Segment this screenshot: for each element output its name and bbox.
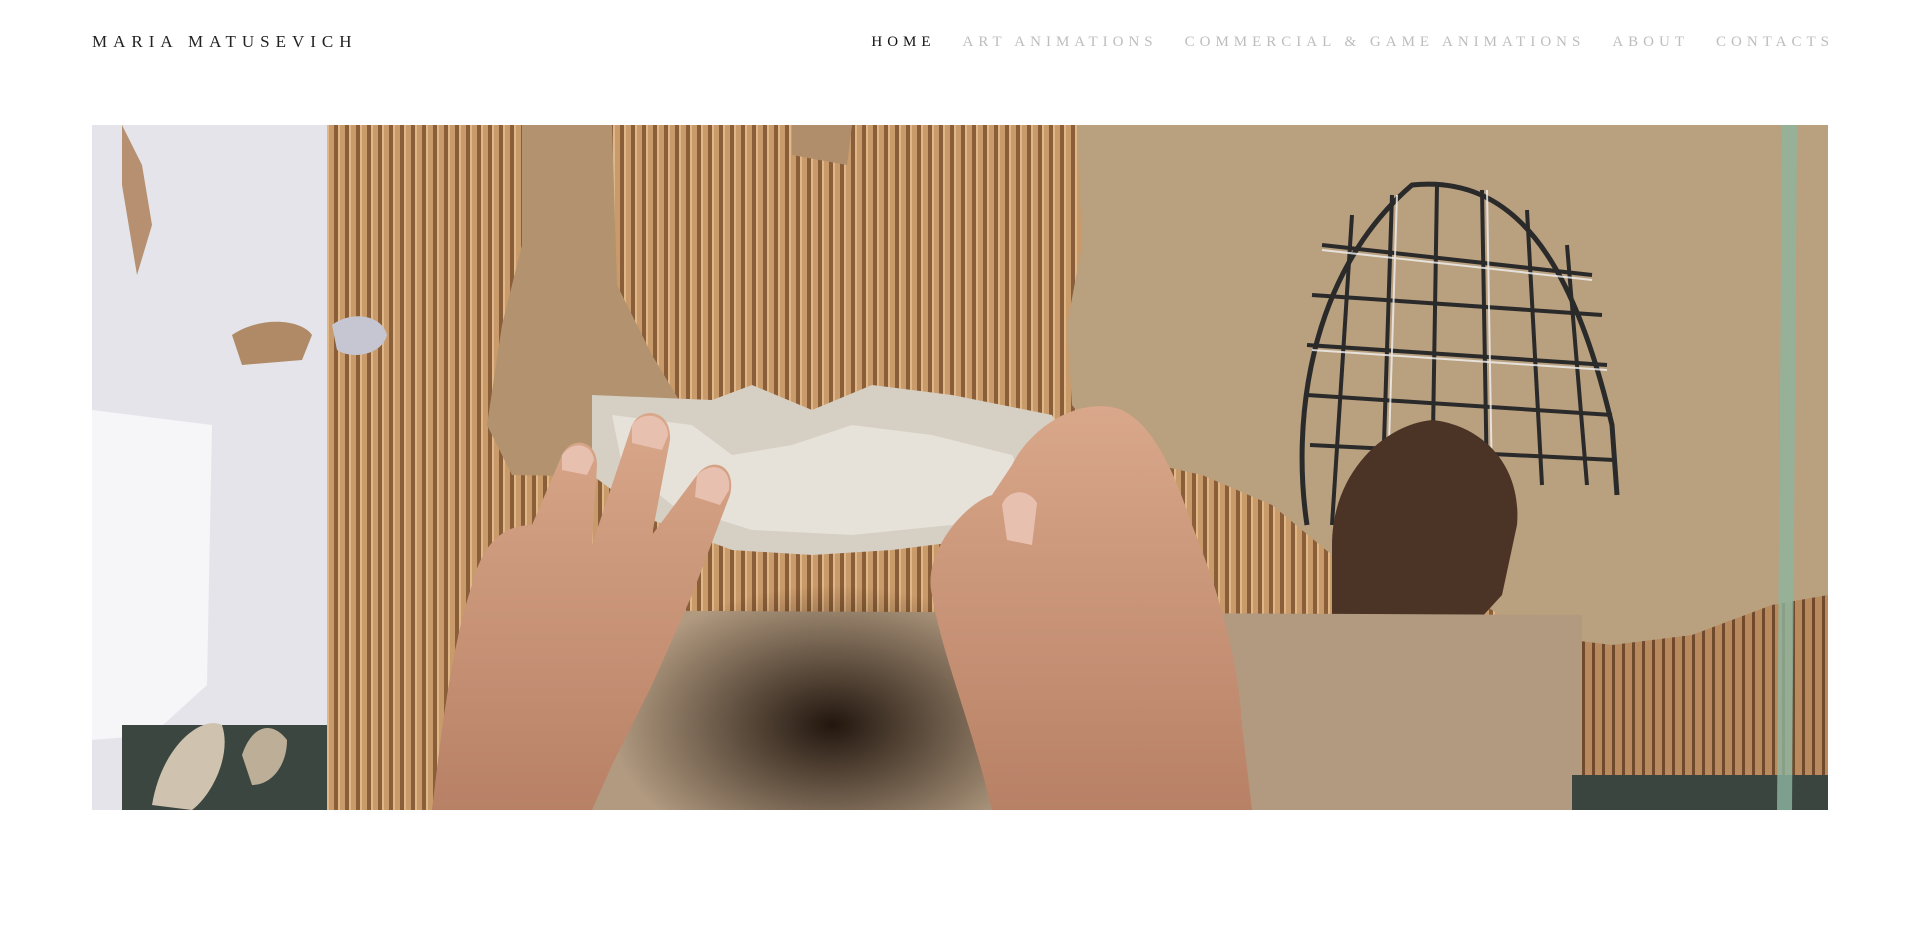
nav-item-commercial-game-animations[interactable]: COMMERCIAL & GAME ANIMATIONS <box>1185 32 1586 52</box>
main-nav: HOME ART ANIMATIONS COMMERCIAL & GAME AN… <box>871 32 1829 52</box>
nav-item-home[interactable]: HOME <box>871 32 935 52</box>
site-header: MARIA MATUSEVICH HOME ART ANIMATIONS COM… <box>0 0 1920 100</box>
site-title-link[interactable]: MARIA MATUSEVICH <box>92 32 358 52</box>
nav-item-art-animations[interactable]: ART ANIMATIONS <box>963 32 1158 52</box>
nav-item-about[interactable]: ABOUT <box>1612 32 1689 52</box>
hero-video[interactable] <box>92 125 1828 810</box>
nav-item-contacts[interactable]: CONTACTS <box>1716 32 1834 52</box>
hero-video-still <box>92 125 1828 810</box>
